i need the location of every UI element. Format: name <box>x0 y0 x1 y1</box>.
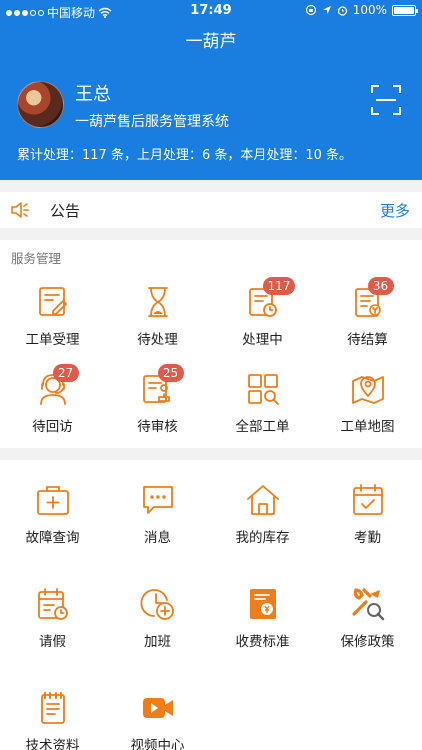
clock-plus-icon <box>139 589 174 620</box>
map-pin-icon <box>351 376 384 404</box>
home-icon <box>246 485 279 515</box>
speaker-icon <box>11 202 29 218</box>
count-badge: 36 <box>367 277 394 295</box>
calendar-clock-icon <box>37 588 68 620</box>
scan-icon[interactable] <box>370 84 402 116</box>
service-item-processing[interactable]: 117 处理中 <box>210 277 315 348</box>
service-item-label: 全部工单 <box>235 419 290 435</box>
tool-item-label: 保修政策 <box>340 634 395 650</box>
service-item-label: 处理中 <box>242 332 283 348</box>
service-item-label: 工单受理 <box>25 332 80 348</box>
toolbox-icon <box>36 486 69 515</box>
tool-item-overtime[interactable]: 加班 <box>105 586 210 650</box>
tool-item-label: 加班 <box>144 634 171 650</box>
service-item-label: 待结算 <box>347 332 388 348</box>
service-item-label: 待处理 <box>137 332 178 348</box>
chat-bubble-icon <box>142 486 173 514</box>
alarm-icon <box>337 5 347 16</box>
service-item-review[interactable]: 25 待审核 <box>105 364 210 435</box>
location-arrow-icon <box>322 6 331 14</box>
service-item-follow-up[interactable]: 27 待回访 <box>0 364 105 435</box>
system-name: 一葫芦售后服务管理系统 <box>75 114 229 130</box>
section-header: 服务管理 <box>11 251 62 266</box>
tool-item-label: 收费标准 <box>235 634 290 650</box>
yen-doc-icon <box>249 589 276 619</box>
service-item-ticket-intake[interactable]: 工单受理 <box>0 284 105 348</box>
more-link[interactable]: 更多 <box>380 200 410 221</box>
form-edit-icon <box>38 287 67 316</box>
processing-stats: 累计处理：117 条，上月处理：6 条，本月处理：10 条。 <box>17 148 353 163</box>
service-item-label: 待回访 <box>32 419 73 435</box>
tool-item-label: 考勤 <box>354 530 381 546</box>
count-badge: 27 <box>52 364 79 382</box>
service-item-label: 待审核 <box>137 419 178 435</box>
service-management-section: 服务管理 工单受理 待处理 117 处理中 36 待结算 27 待回访 25 待… <box>0 240 422 448</box>
tool-item-label: 故障查询 <box>25 530 80 546</box>
notepad-icon <box>40 692 65 724</box>
tool-item-warranty[interactable]: 保修政策 <box>315 586 420 650</box>
tools-section: 故障查询 消息 我的库存 考勤 请假 加班 收费标准 保修政策 技术资料 视频中… <box>0 460 422 750</box>
service-item-pending[interactable]: 待处理 <box>105 284 210 348</box>
rotation-lock-icon <box>305 4 316 16</box>
battery-percent: 100% <box>352 3 387 17</box>
tool-item-fault-query[interactable]: 故障查询 <box>0 482 105 546</box>
count-badge: 117 <box>262 277 296 295</box>
tool-item-leave[interactable]: 请假 <box>0 586 105 650</box>
tool-item-pricing[interactable]: 收费标准 <box>210 586 315 650</box>
tool-item-label: 请假 <box>39 634 66 650</box>
announcement-bar[interactable]: 公告 更多 <box>0 192 422 228</box>
count-badge: 25 <box>157 364 184 382</box>
tool-item-messages[interactable]: 消息 <box>105 482 210 546</box>
tool-item-video-center[interactable]: 视频中心 <box>105 690 210 750</box>
tool-item-label: 消息 <box>144 530 171 546</box>
grid-search-icon <box>247 374 279 405</box>
hourglass-icon <box>147 287 168 317</box>
page-title: 一葫芦 <box>185 32 237 52</box>
service-item-settlement[interactable]: 36 待结算 <box>315 277 420 348</box>
tool-item-label: 视频中心 <box>130 738 185 750</box>
calendar-check-icon <box>352 484 383 515</box>
tool-item-inventory[interactable]: 我的库存 <box>210 482 315 546</box>
service-item-label: 工单地图 <box>340 419 395 435</box>
nav-bar: 一葫芦 <box>0 22 422 64</box>
status-bar: 中国移动 17:49 100% <box>0 0 422 22</box>
service-item-ticket-map[interactable]: 工单地图 <box>315 371 420 435</box>
video-camera-icon <box>142 698 173 718</box>
user-name: 王总 <box>75 84 111 105</box>
profile-header: 王总 一葫芦售后服务管理系统 累计处理：117 条，上月处理：6 条，本月处理：… <box>0 64 422 180</box>
battery-icon <box>392 4 418 16</box>
avatar[interactable] <box>17 81 64 128</box>
service-item-all-tickets[interactable]: 全部工单 <box>210 371 315 435</box>
tool-item-label: 我的库存 <box>235 530 290 546</box>
wrench-search-icon <box>351 588 384 621</box>
tool-item-tech-docs[interactable]: 技术资料 <box>0 690 105 750</box>
announcement-title: 公告 <box>50 202 81 220</box>
tool-item-label: 技术资料 <box>25 738 80 750</box>
tool-item-attendance[interactable]: 考勤 <box>315 482 420 546</box>
